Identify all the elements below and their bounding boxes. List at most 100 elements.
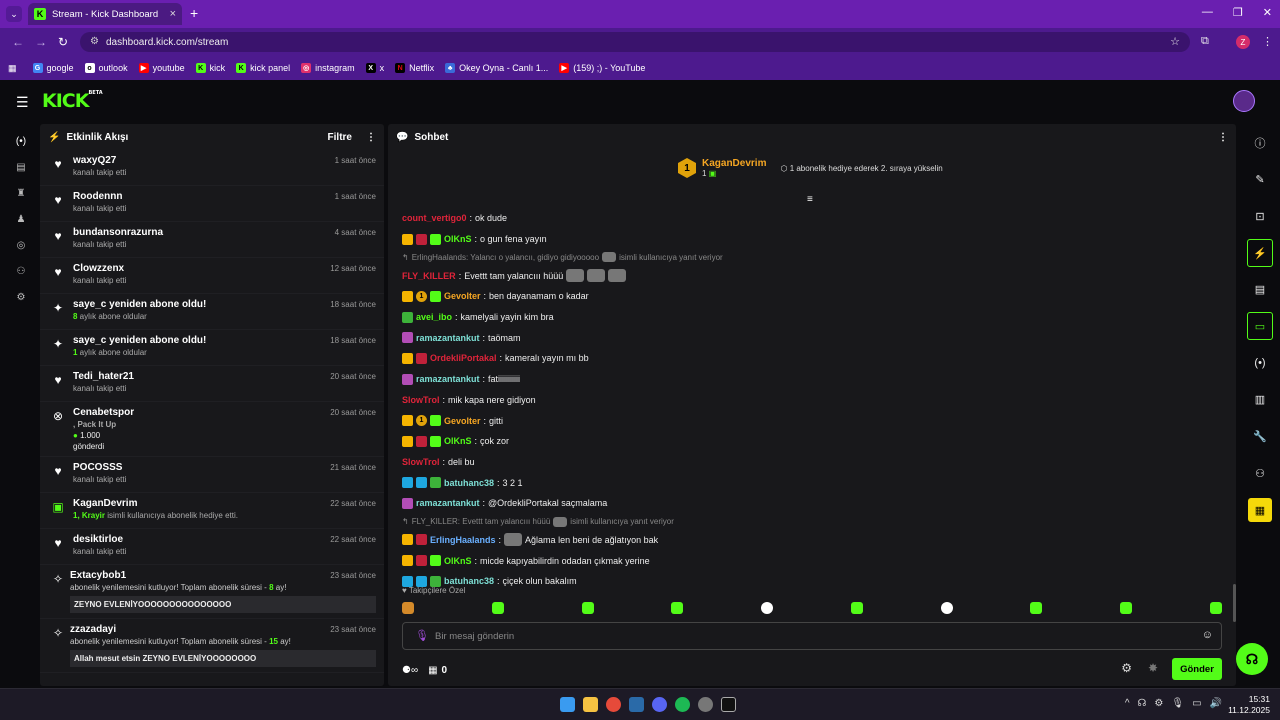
emote-icon[interactable]: [402, 602, 414, 614]
chat-message[interactable]: ramazantankut: fatiiiiiiiiiii: [402, 369, 1222, 390]
chat-message[interactable]: 1 Gevolter: gitti: [402, 410, 1222, 431]
emote-icon[interactable]: [491, 602, 504, 614]
url-field[interactable]: ⚙ dashboard.kick.com/stream ☆: [80, 32, 1190, 52]
profile-avatar[interactable]: Z: [1236, 35, 1250, 49]
tray-overflow-icon[interactable]: ^: [1125, 698, 1130, 709]
roles-icon[interactable]: ⚇: [8, 258, 34, 284]
chat-message[interactable]: SlowTrol: mik kapa nere gidiyon: [402, 390, 1222, 411]
bookmark-kick[interactable]: Kkick: [195, 63, 225, 73]
chat-message[interactable]: ErlingHaalands: Ağlama len beni de ağlatı…: [402, 530, 1222, 551]
chat-username[interactable]: OrdekliPortakal: [430, 353, 497, 363]
app-icon[interactable]: [698, 697, 713, 712]
settings-gear-icon[interactable]: ⚙: [8, 284, 34, 310]
notes-icon[interactable]: ▤: [1245, 271, 1275, 308]
chat-username[interactable]: ramazantankut: [416, 333, 480, 343]
close-tab-icon[interactable]: ×: [170, 8, 176, 20]
restore-icon[interactable]: ❐: [1233, 6, 1243, 19]
tab-search-button[interactable]: ⌄: [6, 6, 22, 22]
taskbar-clock[interactable]: 15:31 11.12.2025: [1228, 694, 1270, 716]
chat-message[interactable]: count_vertigo0: ok dude: [402, 208, 1222, 229]
support-headset-icon[interactable]: ☊: [1236, 643, 1268, 675]
chat-message[interactable]: OrdekliPortakal: kameralı yayın mı bb: [402, 348, 1222, 369]
bookmark-star-icon[interactable]: ☆: [1170, 35, 1180, 48]
community-icon[interactable]: ♟: [8, 206, 34, 232]
badge-icon[interactable]: ✸: [1148, 661, 1158, 675]
steam-tray-icon[interactable]: ⚙: [1154, 698, 1163, 709]
bookmark-instagram[interactable]: ◎ instagram: [301, 63, 355, 73]
discord-icon[interactable]: [652, 697, 667, 712]
emoji-icon[interactable]: ☺: [1202, 629, 1213, 641]
file-explorer-icon[interactable]: [583, 697, 598, 712]
emote-icon[interactable]: [850, 602, 863, 614]
chat-message[interactable]: batuhanc38: çiçek olun bakalım: [402, 571, 1222, 592]
extensions-icon[interactable]: ⧉: [1201, 35, 1209, 48]
new-tab-button[interactable]: +: [190, 6, 198, 20]
chat-icon[interactable]: ▭: [1247, 312, 1273, 340]
network-icon[interactable]: ▭: [1192, 698, 1201, 709]
chat-username[interactable]: Gevolter: [444, 416, 481, 426]
user-avatar[interactable]: [1233, 90, 1255, 112]
chat-username[interactable]: count_vertigo0: [402, 213, 467, 223]
chat-username[interactable]: OlKnS: [444, 234, 472, 244]
minimize-icon[interactable]: —: [1202, 6, 1213, 19]
close-window-icon[interactable]: ✕: [1263, 6, 1272, 19]
chat-message[interactable]: SlowTrol: deli bu: [402, 452, 1222, 473]
mic-tray-icon[interactable]: 🎙: [1171, 698, 1184, 709]
chat-username[interactable]: Gevolter: [444, 291, 481, 301]
chat-username[interactable]: FLY_KILLER: [402, 271, 456, 281]
bookmark-youtube[interactable]: ▶ youtube: [138, 63, 185, 73]
trophy-icon[interactable]: ♜: [8, 180, 34, 206]
analytics-icon[interactable]: ▤: [8, 154, 34, 180]
moderation-icon[interactable]: ◎: [8, 232, 34, 258]
chat-username[interactable]: ramazantankut: [416, 498, 480, 508]
leader-name[interactable]: KaganDevrim: [702, 158, 766, 169]
chat-message[interactable]: OlKnS: çok zor: [402, 431, 1222, 452]
send-button[interactable]: Gönder: [1172, 658, 1222, 680]
chat-settings-icon[interactable]: ⚙: [1121, 661, 1132, 675]
browser-tab[interactable]: K Stream - Kick Dashboard ×: [28, 3, 182, 25]
reply-context[interactable]: ↰ FLY_KILLER: Evettt tam yalancııı hüüü i…: [402, 514, 1222, 530]
emote-icon[interactable]: [1209, 602, 1222, 614]
spotify-icon[interactable]: [675, 697, 690, 712]
chat-message[interactable]: ramazantankut: @OrdekliPortakal saçmalama: [402, 493, 1222, 514]
queue-icon[interactable]: ▥: [1245, 381, 1275, 418]
broadcast-icon[interactable]: (•): [1245, 344, 1275, 381]
store-icon[interactable]: ▦: [428, 665, 437, 676]
headset-icon[interactable]: ☊: [1138, 698, 1147, 709]
obs-icon[interactable]: [721, 697, 736, 712]
emote-icon[interactable]: [581, 602, 594, 614]
forward-icon[interactable]: →: [35, 35, 47, 49]
collapse-pinned-icon[interactable]: ≡: [807, 194, 813, 205]
chat-message[interactable]: OlKnS: micde kapıyabilirdin odadan çıkmak…: [402, 550, 1222, 571]
windows-start-icon[interactable]: [560, 697, 575, 712]
stream-icon[interactable]: (•): [8, 128, 34, 154]
bookmark-netflix[interactable]: N Netflix: [395, 63, 434, 73]
chat-username[interactable]: OlKnS: [444, 556, 472, 566]
chat-username[interactable]: avei_ibo: [416, 312, 452, 322]
chat-scrollbar[interactable]: [1233, 584, 1236, 622]
activity-menu-icon[interactable]: ⋮: [366, 132, 376, 143]
chat-message[interactable]: avei_ibo: kamelyali yayin kim bra: [402, 307, 1222, 328]
chat-username[interactable]: OlKnS: [444, 436, 472, 446]
bookmark-x[interactable]: Xx: [365, 63, 384, 73]
bookmark-outlook[interactable]: o outlook: [84, 63, 128, 73]
chat-username[interactable]: SlowTrol: [402, 395, 440, 405]
site-info-icon[interactable]: ⚙: [90, 36, 99, 47]
browser-menu-icon[interactable]: ⋮: [1262, 35, 1273, 48]
capture-icon[interactable]: ⊡: [1245, 198, 1275, 235]
emote-icon[interactable]: [671, 602, 684, 614]
emote-icon[interactable]: [940, 602, 953, 614]
reply-context[interactable]: ↰ ErlingHaalands: Yalancı o yalancıı, gi…: [402, 249, 1222, 265]
chat-menu-icon[interactable]: ⋮: [1218, 132, 1228, 143]
steam-icon[interactable]: [629, 697, 644, 712]
edit-pencil-icon[interactable]: ✎: [1245, 161, 1275, 198]
info-icon[interactable]: ⓘ: [1245, 124, 1275, 161]
emote-icon[interactable]: [761, 602, 774, 614]
volume-icon[interactable]: 🔊: [1210, 698, 1222, 709]
menu-hamburger-icon[interactable]: ☰: [16, 94, 29, 111]
bookmark-kick-panel[interactable]: Kkick panel: [236, 63, 290, 73]
chat-message[interactable]: FLY_KILLER: Evettt tam yalancııı hüüü: [402, 265, 1222, 286]
chat-username[interactable]: batuhanc38: [444, 478, 494, 488]
chat-input[interactable]: 🎙 Bir mesaj gönderin ☺: [402, 622, 1222, 650]
community-icon[interactable]: ⚇: [1245, 455, 1275, 492]
